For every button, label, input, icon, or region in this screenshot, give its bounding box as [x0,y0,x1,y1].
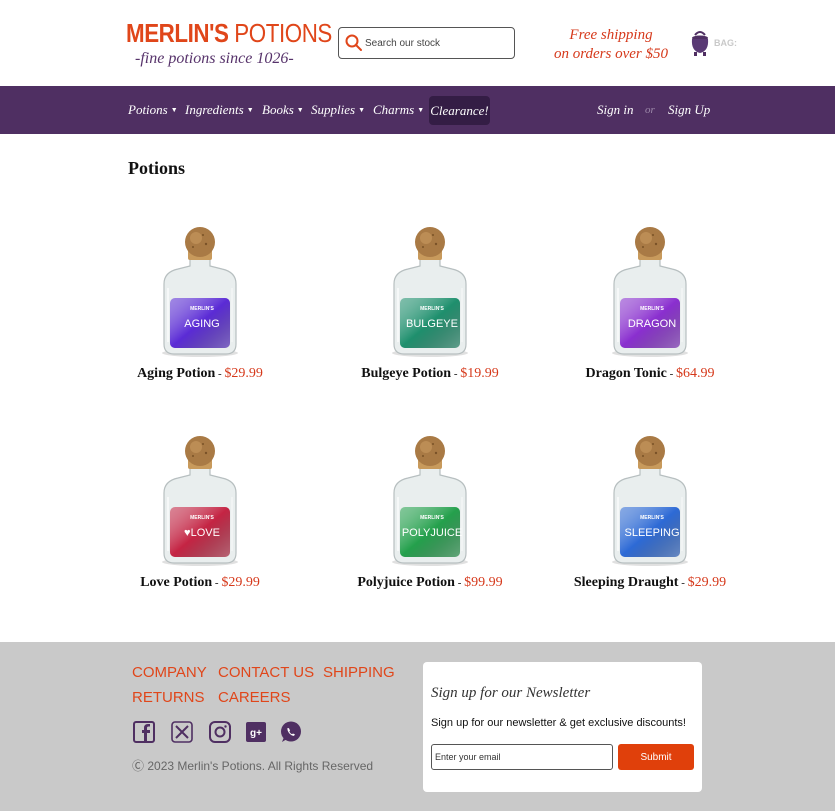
footer-link-careers[interactable]: CAREERS [218,689,291,706]
caret-down-icon: ▼ [417,106,425,114]
nav-or-text: or [645,104,655,116]
logo-tagline: -fine potions since 1026- [135,50,294,67]
logo[interactable]: MERLIN'S POTIONS -fine potions since 102… [126,18,332,68]
free-shipping-banner: Free shipping on orders over $50 [550,26,672,64]
product-card[interactable]: MERLIN'S DRAGON Dragon Tonic - $64.99 [530,226,770,382]
caret-down-icon: ▼ [296,106,304,114]
potion-bottle-image[interactable]: MERLIN'S AGING [150,226,250,358]
bottle-brand-label: MERLIN'S [640,306,664,312]
nav-item-clearance[interactable]: Clearance! [429,96,490,125]
newsletter-box: Sign up for our Newsletter Sign up for o… [423,662,702,792]
copyright-icon: Ⓒ [132,759,145,773]
potion-bottle-image[interactable]: MERLIN'S SLEEPING [600,435,700,567]
product-caption: Sleeping Draught - $29.99 [530,575,770,591]
google-plus-icon[interactable]: g+ [245,721,267,743]
sign-up-link[interactable]: Sign Up [668,86,710,134]
product-caption: Polyjuice Potion - $99.99 [310,575,550,591]
sign-in-link[interactable]: Sign in [597,86,633,134]
product-card[interactable]: MERLIN'S ♥LOVE Love Potion - $29.99 [80,435,320,591]
facebook-icon[interactable] [133,721,155,743]
product-caption: Love Potion - $29.99 [80,575,320,591]
email-field[interactable] [431,744,613,770]
product-separator: - [454,577,465,589]
svg-text:g+: g+ [250,728,262,739]
nav-item-ingredients[interactable]: Ingredients ▼ [185,86,254,134]
main-nav: Potions ▼ Ingredients ▼ Books ▼ Supplies ▼ C… [0,86,835,134]
product-price: $29.99 [687,575,727,590]
potion-bottle-image[interactable]: MERLIN'S POLYJUICE [380,435,480,567]
potion-bottle-image[interactable]: MERLIN'S BULGEYE [380,226,480,358]
product-name[interactable]: Bulgeye Potion [361,366,451,381]
logo-title: MERLIN'S POTIONS [126,18,332,48]
footer-link-returns[interactable]: RETURNS [132,689,205,706]
product-caption: Aging Potion - $29.99 [80,366,320,382]
product-card[interactable]: MERLIN'S POLYJUICE Polyjuice Potion - $99.… [310,435,550,591]
bottle-brand-label: MERLIN'S [420,306,444,312]
product-caption: Bulgeye Potion - $19.99 [310,366,550,382]
bottle-potion-label: DRAGON [628,318,676,330]
whatsapp-icon[interactable] [280,721,302,743]
copyright: Ⓒ 2023 Merlin's Potions. All Rights Rese… [132,757,373,774]
caret-down-icon: ▼ [170,106,178,114]
product-separator: - [212,577,222,589]
caret-down-icon: ▼ [246,106,254,114]
shipping-line-1: Free shipping [569,27,653,43]
nav-item-charms[interactable]: Charms ▼ [373,86,424,134]
product-name[interactable]: Dragon Tonic [586,366,667,381]
product-name[interactable]: Aging Potion [137,366,215,381]
potion-bottle-image[interactable]: MERLIN'S ♥LOVE [150,435,250,567]
instagram-icon[interactable] [209,721,231,743]
bottle-potion-label: AGING [184,318,219,330]
bottle-potion-label: BULGEYE [406,318,458,330]
site-footer [0,642,835,811]
bottle-brand-label: MERLIN'S [190,306,214,312]
product-card[interactable]: MERLIN'S BULGEYE Bulgeye Potion - $19.99 [310,226,550,382]
newsletter-title: Sign up for our Newsletter [431,685,591,701]
search-icon[interactable] [344,33,364,53]
submit-button[interactable]: Submit [618,744,694,770]
product-name[interactable]: Sleeping Draught [574,575,679,590]
product-price: $64.99 [675,366,715,381]
bottle-brand-label: MERLIN'S [420,515,444,521]
product-card[interactable]: MERLIN'S AGING Aging Potion - $29.99 [80,226,320,382]
search-box [338,27,515,59]
nav-item-supplies[interactable]: Supplies ▼ [311,86,365,134]
search-input[interactable] [365,37,513,49]
caret-down-icon: ▼ [358,106,365,114]
product-caption: Dragon Tonic - $64.99 [530,366,770,382]
newsletter-text: Sign up for our newsletter & get exclusi… [431,717,686,729]
bottle-potion-label: POLYJUICE [402,527,462,539]
copyright-text: 2023 Merlin's Potions. All Rights Reserv… [147,759,374,773]
bottle-brand-label: MERLIN'S [190,515,214,521]
x-icon[interactable] [171,721,193,743]
product-price: $19.99 [460,366,499,381]
product-separator: - [666,368,676,380]
product-price: $29.99 [221,575,260,590]
potion-bottle-image[interactable]: MERLIN'S DRAGON [600,226,700,358]
product-name[interactable]: Polyjuice Potion [357,575,455,590]
footer-link-contact[interactable]: CONTACT US [218,664,314,681]
bag-label: BAG: [714,38,737,48]
product-separator: - [451,368,461,380]
shipping-line-2: on orders over $50 [553,46,669,62]
product-name[interactable]: Love Potion [140,575,212,590]
page-title: Potions [128,158,186,178]
footer-link-shipping[interactable]: SHIPPING [323,664,395,681]
bag-button[interactable]: BAG: [689,29,737,57]
site-header: MERLIN'S POTIONS -fine potions since 102… [0,0,835,86]
footer-link-company[interactable]: COMPANY [132,664,207,681]
product-price: $29.99 [224,366,263,381]
product-card[interactable]: MERLIN'S SLEEPING Sleeping Draught - $29.9… [530,435,770,591]
bottle-brand-label: MERLIN'S [640,515,664,521]
product-price: $99.99 [464,575,503,590]
bottle-potion-label: ♥LOVE [184,527,220,539]
cauldron-icon [691,31,709,56]
nav-item-potions[interactable]: Potions ▼ [128,86,178,134]
product-separator: - [678,577,688,589]
bottle-potion-label: SLEEPING [624,527,679,539]
nav-item-books[interactable]: Books ▼ [262,86,304,134]
